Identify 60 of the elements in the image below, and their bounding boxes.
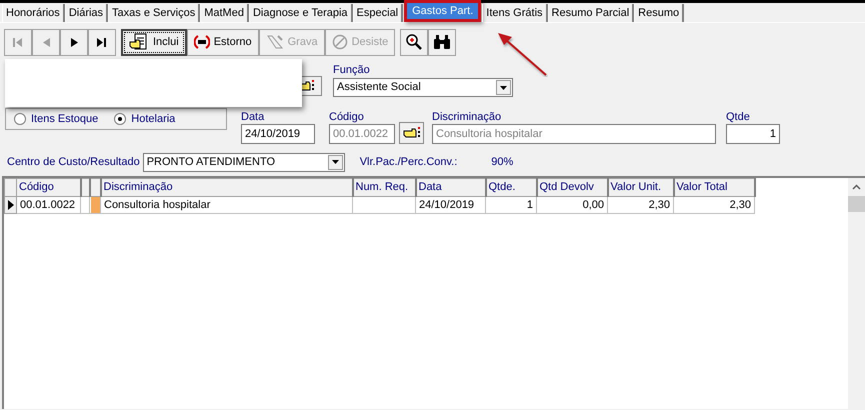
table-cell: 24/10/2019 <box>416 196 486 214</box>
field-label: Função <box>333 64 371 77</box>
cost-center-dropdown[interactable]: PRONTO ATENDIMENTO <box>142 152 345 172</box>
tab[interactable]: MatMed <box>200 4 249 22</box>
tab[interactable]: Itens Grátis <box>482 4 548 22</box>
field-label: Código <box>329 111 365 124</box>
column-header: Valor Total <box>674 178 754 196</box>
table-cell: 2,30 <box>674 196 754 214</box>
tab[interactable]: Diagnose e Terapia <box>248 4 353 22</box>
table-cell: Consultoria hospitalar <box>100 196 352 214</box>
radio-option[interactable]: Hotelaria <box>114 110 176 128</box>
toolbar-button[interactable] <box>60 28 88 56</box>
zoom-icon <box>405 33 424 51</box>
toolbar-button[interactable] <box>400 28 428 56</box>
column-header: Data <box>416 178 486 196</box>
quantity-field[interactable]: 1 <box>726 124 780 144</box>
scroll-up-icon[interactable] <box>852 184 861 190</box>
tab[interactable]: Resumo Parcial <box>548 4 634 22</box>
tab[interactable]: Gastos Part. <box>404 0 482 22</box>
toolbar-button[interactable]: Inclui <box>121 28 187 56</box>
table-cell: 0,00 <box>536 196 608 214</box>
field-label: Centro de Custo/Resultado <box>7 154 140 170</box>
last-record-icon <box>97 38 107 46</box>
table-cell: 1 <box>486 196 536 214</box>
column-header: Código <box>16 178 80 196</box>
function-dropdown[interactable]: Assistente Social <box>333 78 513 97</box>
no-sign-icon <box>332 34 348 50</box>
scroll-thumb[interactable] <box>848 196 865 212</box>
field-label: Data <box>241 111 266 124</box>
date-field[interactable]: 24/10/2019 <box>241 124 315 144</box>
first-record-icon <box>13 38 23 46</box>
column-header: Valor Unit. <box>608 178 674 196</box>
toolbar-button[interactable]: Estorno <box>186 28 259 56</box>
percentage-value: 90% <box>491 154 514 170</box>
toolbar-button[interactable] <box>428 28 456 56</box>
next-icon <box>70 38 78 46</box>
tab[interactable]: Resumo <box>634 4 684 22</box>
arrow-drawing <box>496 31 548 77</box>
tab[interactable]: Taxas e Serviços <box>108 4 200 22</box>
field-label: Discriminação <box>432 111 502 124</box>
field-label: Vlr.Pac./Perc.Conv.: <box>360 154 458 170</box>
tab[interactable]: Diárias <box>64 4 108 22</box>
tab[interactable]: Honorários <box>2 4 65 22</box>
column-header: Discriminação <box>100 178 352 196</box>
binoculars-icon <box>433 34 452 50</box>
column-header: Qtde. <box>486 178 536 196</box>
column-header: Qtd Devolv <box>536 178 608 196</box>
table-cell: 00.01.0022 <box>16 196 80 214</box>
scrollbar[interactable] <box>848 178 865 409</box>
pencil-icon <box>266 34 284 50</box>
minus-circle-icon <box>194 35 210 49</box>
table-cell: 2,30 <box>608 196 674 214</box>
toolbar-button[interactable] <box>88 28 116 56</box>
code-field[interactable]: 00.01.0022 <box>329 124 395 144</box>
previous-icon <box>42 38 50 46</box>
radio-option[interactable]: Itens Estoque <box>14 110 98 128</box>
field-label: Qtde <box>726 111 751 124</box>
column-header: Num. Req. <box>352 178 416 196</box>
lookup-button[interactable] <box>399 122 424 144</box>
description-field[interactable]: Consultoria hospitalar <box>432 124 716 144</box>
